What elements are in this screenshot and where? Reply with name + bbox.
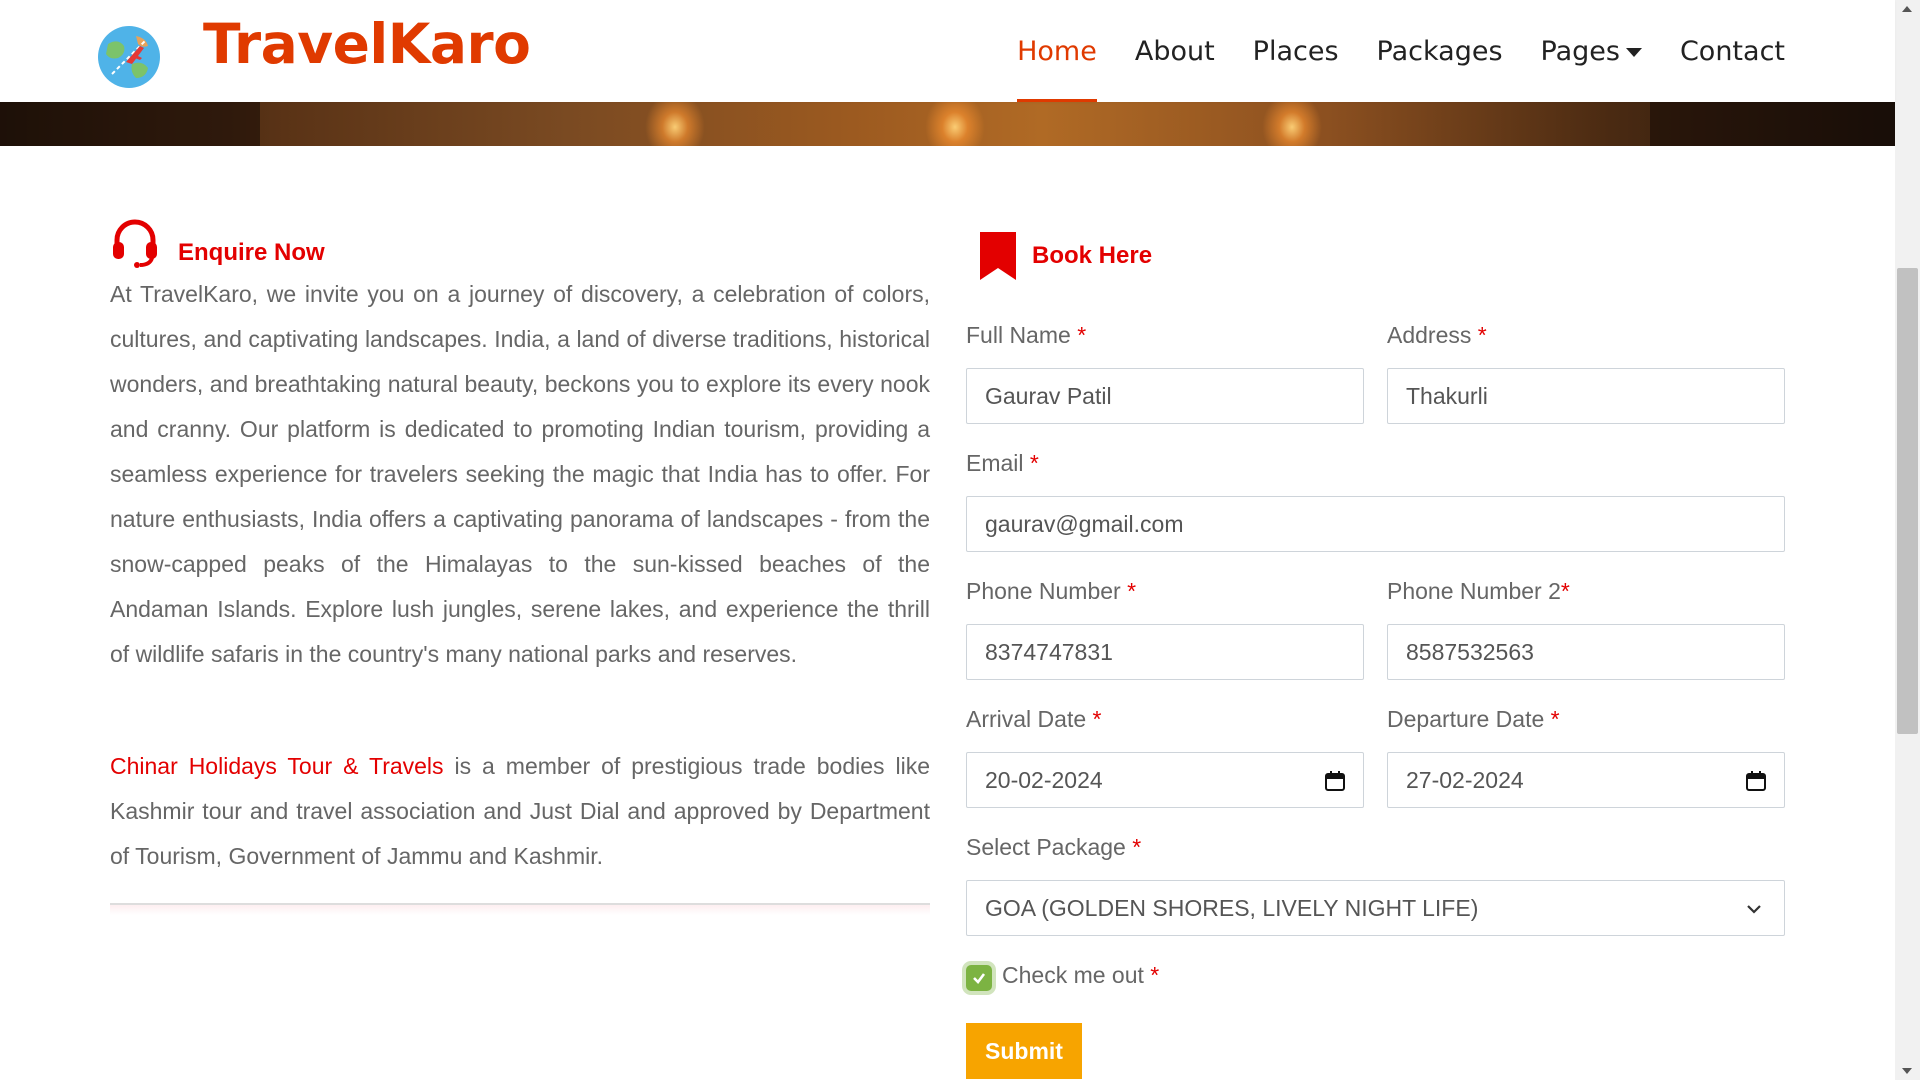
caret-down-icon (1625, 47, 1642, 57)
phone2-label-text: Phone Number 2 (1387, 578, 1561, 604)
required-mark: * (1077, 322, 1087, 348)
departure-date-input[interactable]: 27-02-2024 (1387, 752, 1785, 808)
full-name-label: Full Name * (966, 322, 1086, 349)
nav-places[interactable]: Places (1253, 0, 1339, 102)
enquire-heading: Enquire Now (110, 218, 325, 268)
email-label-text: Email (966, 450, 1024, 476)
book-title: Book Here (1032, 242, 1153, 269)
departure-date-label-text: Departure Date (1387, 706, 1545, 732)
globe-plane-logo-icon[interactable] (96, 24, 162, 90)
banner-shadow (0, 102, 260, 146)
phone-input[interactable]: 8374747831 (966, 624, 1364, 680)
required-mark: * (1132, 834, 1142, 860)
phone2-input[interactable]: 8587532563 (1387, 624, 1785, 680)
hero-image-strip (0, 102, 1895, 146)
required-mark: * (1029, 450, 1039, 476)
arrival-date-label: Arrival Date * (966, 706, 1102, 733)
nav-home[interactable]: Home (1017, 0, 1097, 102)
nav-pages-dropdown[interactable]: Pages (1541, 0, 1642, 102)
nav-pages-label: Pages (1540, 35, 1620, 67)
address-label-text: Address (1387, 322, 1472, 348)
required-mark: * (1092, 706, 1102, 732)
brand-name[interactable]: TravelKaro (203, 12, 531, 76)
check-me-out-label-text: Check me out (1002, 962, 1144, 988)
candle-glow (645, 102, 705, 146)
email-label: Email * (966, 450, 1039, 477)
address-input[interactable]: Thakurli (1387, 368, 1785, 424)
headset-icon (113, 219, 157, 268)
arrival-date-input[interactable]: 20-02-2024 (966, 752, 1364, 808)
calendar-icon[interactable] (1746, 771, 1766, 791)
full-name-label-text: Full Name (966, 322, 1071, 348)
package-selected-value: GOA (GOLDEN SHORES, LIVELY NIGHT LIFE) (985, 894, 1479, 921)
check-me-out-label[interactable]: Check me out * (1002, 962, 1159, 989)
candle-glow (1262, 102, 1322, 146)
enquire-title: Enquire Now (178, 239, 325, 266)
email-input[interactable]: gaurav@gmail.com (966, 496, 1785, 552)
check-me-out-checkbox[interactable] (966, 965, 992, 991)
required-mark: * (1127, 578, 1137, 604)
book-heading: Book Here (978, 230, 1152, 282)
calendar-icon[interactable] (1325, 771, 1345, 791)
nav-packages[interactable]: Packages (1377, 0, 1503, 102)
phone-label-text: Phone Number (966, 578, 1121, 604)
nav-contact[interactable]: Contact (1680, 0, 1785, 102)
address-label: Address * (1387, 322, 1487, 349)
member-paragraph: Chinar Holidays Tour & Travels is a memb… (110, 744, 930, 879)
departure-date-label: Departure Date * (1387, 706, 1560, 733)
page-scrollbar[interactable] (1895, 0, 1920, 1080)
scrollbar-thumb[interactable] (1897, 268, 1918, 734)
phone-label: Phone Number * (966, 578, 1136, 605)
full-name-input[interactable]: Gaurav Patil (966, 368, 1364, 424)
submit-button[interactable]: Submit (966, 1023, 1082, 1079)
about-paragraph: At TravelKaro, we invite you on a journe… (110, 281, 930, 667)
chevron-down-icon (1747, 905, 1761, 914)
required-mark: * (1150, 962, 1160, 988)
bookmark-icon (980, 232, 1016, 280)
required-mark: * (1477, 322, 1487, 348)
package-select[interactable]: GOA (GOLDEN SHORES, LIVELY NIGHT LIFE) (966, 880, 1785, 936)
departure-date-value: 27-02-2024 (1406, 766, 1524, 793)
company-name-link[interactable]: Chinar Holidays Tour & Travels (110, 753, 444, 779)
main-nav: Home About Places Packages Pages Contact (979, 0, 1785, 102)
required-mark: * (1560, 578, 1570, 604)
package-label-text: Select Package (966, 834, 1126, 860)
arrival-date-value: 20-02-2024 (985, 766, 1103, 793)
package-label: Select Package * (966, 834, 1141, 861)
nav-about[interactable]: About (1135, 0, 1215, 102)
candle-glow (925, 102, 985, 146)
banner-shadow (1650, 102, 1895, 146)
site-header: TravelKaro Home About Places Packages Pa… (0, 0, 1895, 102)
arrival-date-label-text: Arrival Date (966, 706, 1087, 732)
required-mark: * (1550, 706, 1560, 732)
divider-shadow (110, 905, 930, 915)
scroll-down-arrow-icon[interactable] (1902, 1068, 1912, 1074)
phone2-label: Phone Number 2* (1387, 578, 1570, 605)
scroll-up-arrow-icon[interactable] (1902, 6, 1912, 12)
checkmark-icon (973, 973, 986, 984)
